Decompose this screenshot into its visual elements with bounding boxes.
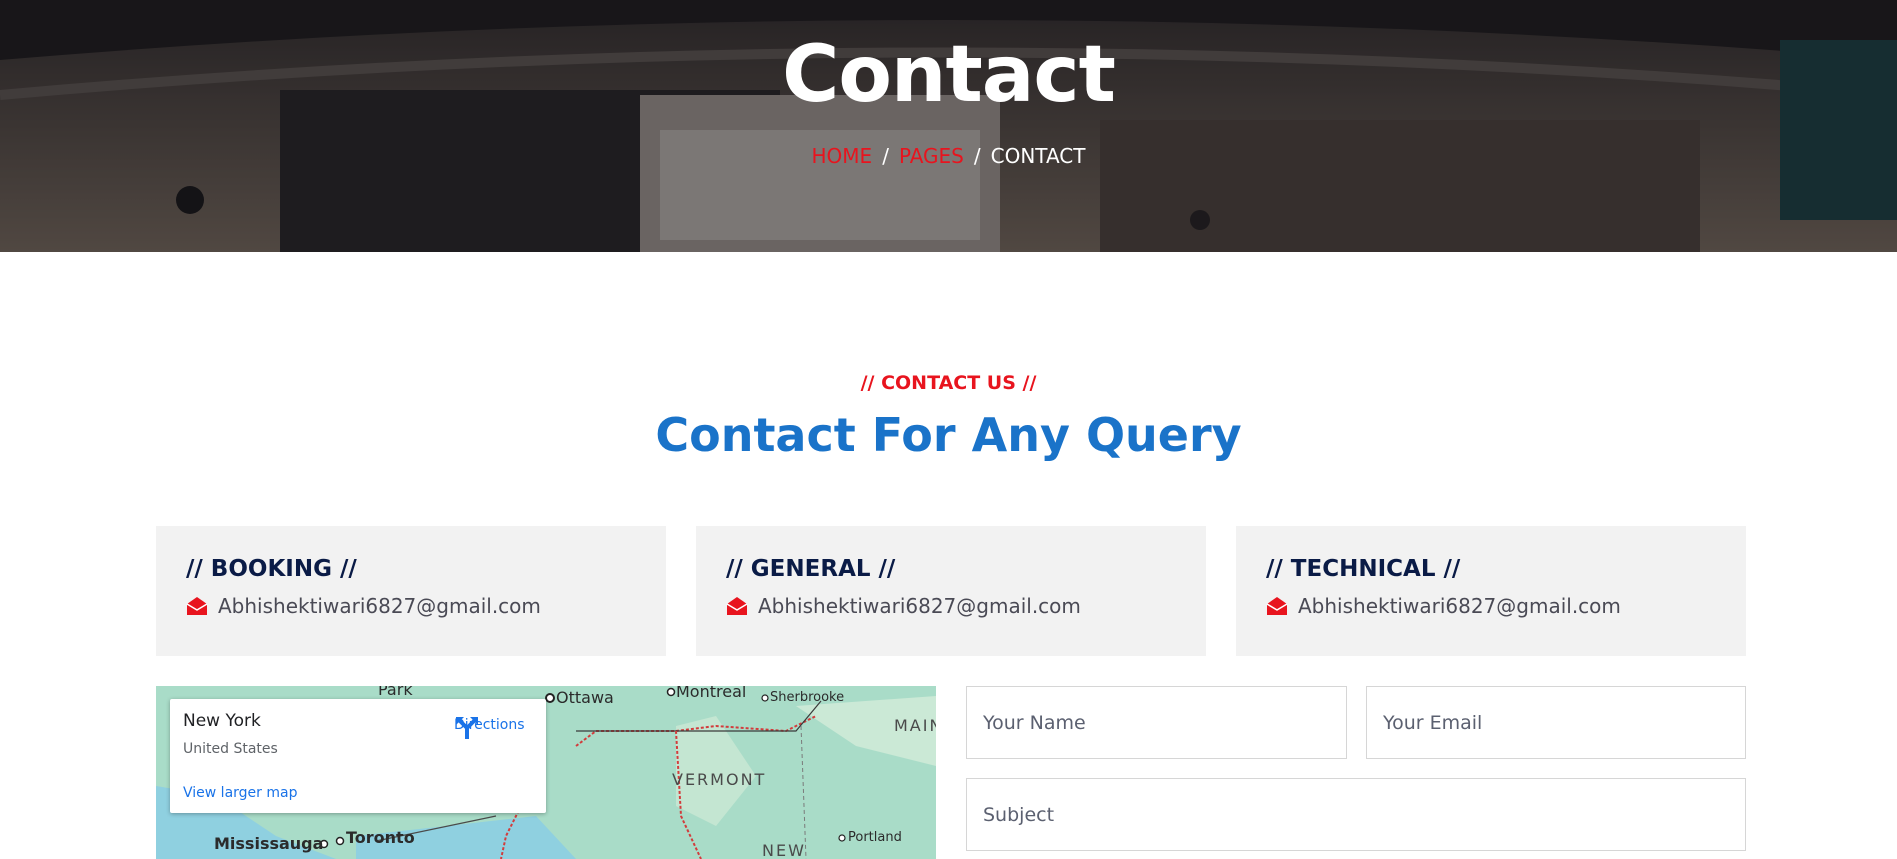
card-heading: // TECHNICAL // bbox=[1266, 556, 1461, 582]
envelope-open-icon bbox=[726, 597, 748, 615]
view-larger-map-link[interactable]: View larger map bbox=[183, 785, 297, 801]
card-email-row: Abhishektiwari6827@gmail.com bbox=[1266, 594, 1746, 618]
map-label-portland: Portland bbox=[848, 830, 902, 845]
map-place-card: New York United States View larger map D… bbox=[170, 699, 546, 813]
envelope-open-icon bbox=[1266, 597, 1288, 615]
map-place-name: New York bbox=[183, 711, 261, 731]
map-label-vermont: VERMONT bbox=[672, 770, 767, 789]
directions-icon bbox=[456, 717, 478, 739]
card-email[interactable]: Abhishektiwari6827@gmail.com bbox=[758, 594, 1081, 618]
card-heading: // GENERAL // bbox=[726, 556, 896, 582]
card-email[interactable]: Abhishektiwari6827@gmail.com bbox=[1298, 594, 1621, 618]
section-eyebrow: // CONTACT US // bbox=[860, 372, 1037, 394]
name-input[interactable] bbox=[966, 686, 1347, 759]
breadcrumb-pages-link[interactable]: PAGES bbox=[899, 144, 964, 168]
general-contact-card: // GENERAL // Abhishektiwari6827@gmail.c… bbox=[696, 526, 1206, 656]
map-place-country: United States bbox=[183, 741, 278, 757]
breadcrumb-separator: / bbox=[882, 144, 889, 168]
envelope-open-icon bbox=[186, 597, 208, 615]
booking-contact-card: // BOOKING // Abhishektiwari6827@gmail.c… bbox=[156, 526, 666, 656]
card-heading: // BOOKING // bbox=[186, 556, 357, 582]
map-label-ottawa: Ottawa bbox=[556, 688, 614, 707]
directions-button[interactable]: Directions bbox=[454, 715, 525, 739]
breadcrumb: HOME / PAGES / CONTACT bbox=[0, 144, 1897, 168]
map-label-park: Park bbox=[378, 686, 413, 699]
map-label-toronto: Toronto bbox=[346, 828, 415, 847]
page-title: Contact bbox=[782, 30, 1116, 120]
map-label-montreal: Montreal bbox=[676, 686, 747, 701]
map-label-new: NEW bbox=[762, 841, 806, 859]
breadcrumb-home-link[interactable]: HOME bbox=[812, 144, 873, 168]
card-email[interactable]: Abhishektiwari6827@gmail.com bbox=[218, 594, 541, 618]
page-header-hero: Contact HOME / PAGES / CONTACT bbox=[0, 0, 1897, 252]
map-label-maine: MAIN bbox=[894, 716, 936, 735]
section-title: Contact For Any Query bbox=[655, 408, 1242, 462]
map-label-mississauga: Mississauga bbox=[214, 834, 324, 853]
embedded-map[interactable]: Park Ottawa Montreal Sherbrooke MAIN VER… bbox=[156, 686, 936, 859]
email-input[interactable] bbox=[1366, 686, 1746, 759]
card-email-row: Abhishektiwari6827@gmail.com bbox=[186, 594, 666, 618]
card-email-row: Abhishektiwari6827@gmail.com bbox=[726, 594, 1206, 618]
breadcrumb-current: CONTACT bbox=[990, 144, 1086, 168]
breadcrumb-separator: / bbox=[973, 144, 981, 168]
subject-input[interactable] bbox=[966, 778, 1746, 851]
map-label-sherbrooke: Sherbrooke bbox=[770, 690, 845, 705]
technical-contact-card: // TECHNICAL // Abhishektiwari6827@gmail… bbox=[1236, 526, 1746, 656]
